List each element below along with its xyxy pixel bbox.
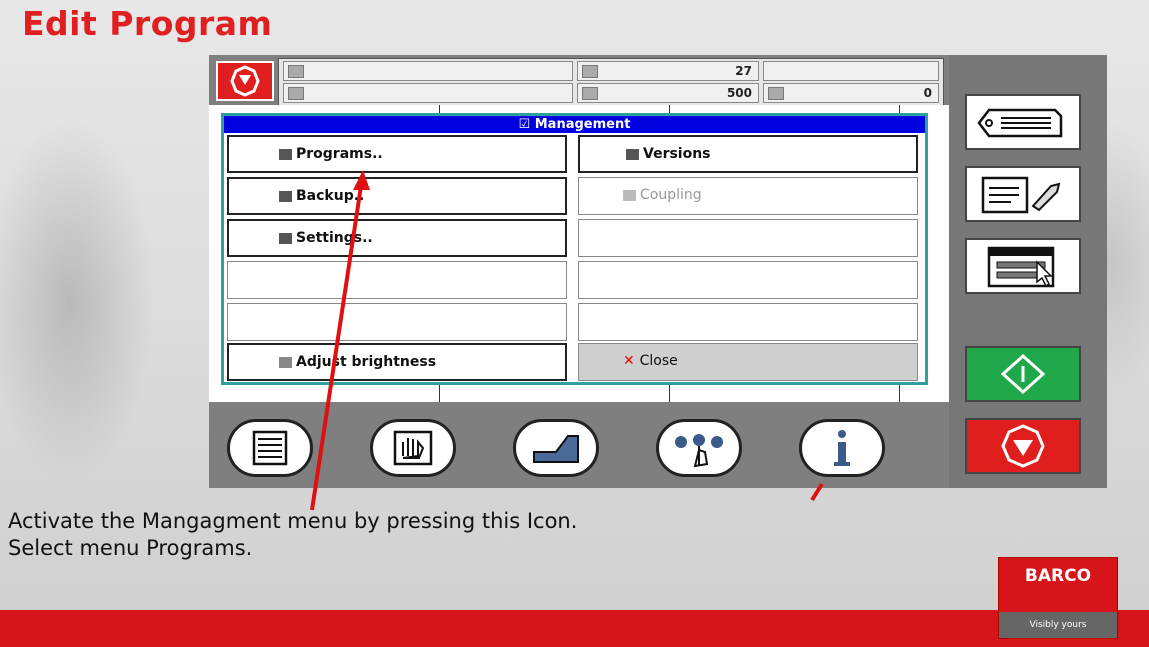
caption-line-1: Activate the Mangagment menu by pressing… — [8, 509, 578, 533]
brand-logo: BARCO Visibly yours — [998, 557, 1118, 639]
slide-caption: Activate the Mangagment menu by pressing… — [8, 508, 577, 562]
footer-bar — [0, 610, 1149, 647]
brand-tagline: Visibly yours — [999, 612, 1117, 638]
caption-line-2: Select menu Programs. — [8, 536, 253, 560]
brand-name: BARCO — [1024, 566, 1092, 586]
